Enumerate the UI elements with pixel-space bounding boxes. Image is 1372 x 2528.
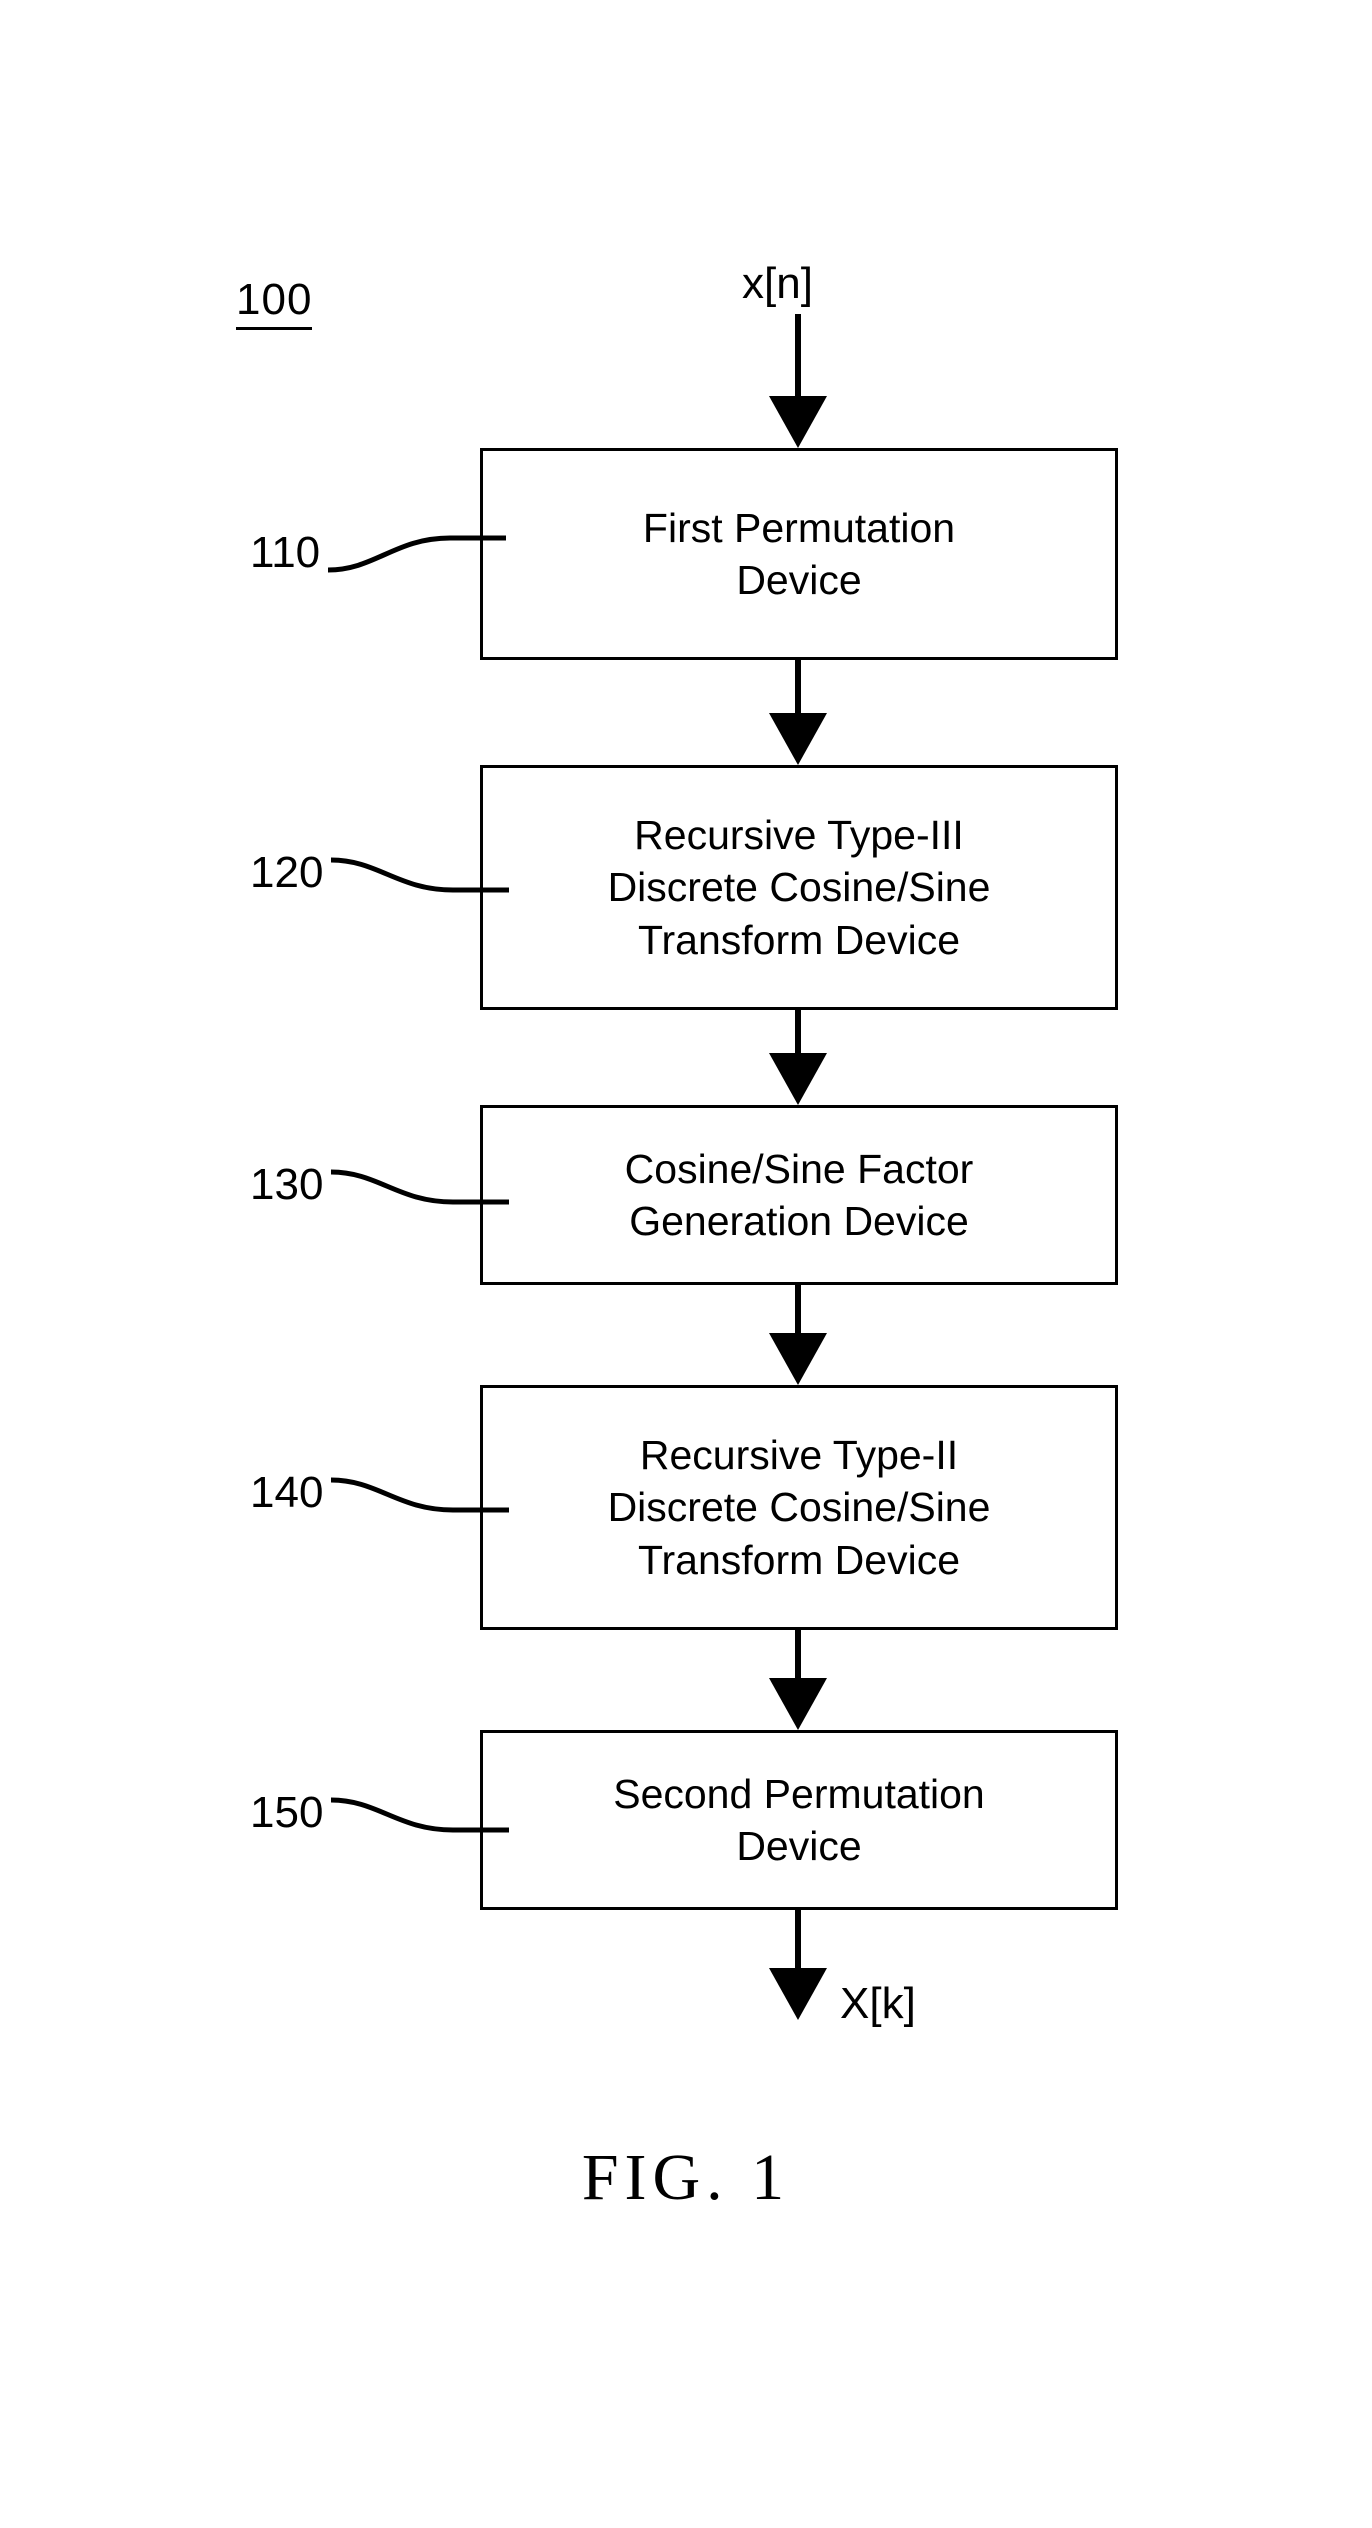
connector-arrow-120-130-icon xyxy=(769,1010,827,1105)
connector-arrow-140-150-icon xyxy=(769,1630,827,1730)
block-140-line-1: Recursive Type-II xyxy=(639,1431,959,1478)
reference-callout-110: 110 xyxy=(250,508,510,598)
input-arrow-icon xyxy=(769,314,827,448)
reference-callout-150: 150 xyxy=(250,1768,513,1858)
block-recursive-type-iii-dct-dst-device: Recursive Type-III Discrete Cosine/Sine … xyxy=(480,765,1118,1010)
block-110-line-2: Device xyxy=(736,557,862,603)
arrow-head xyxy=(769,713,827,765)
reference-callout-120: 120 xyxy=(250,828,513,918)
reference-callout-130: 130 xyxy=(250,1140,513,1230)
block-first-permutation-device: First Permutation Device xyxy=(480,448,1118,660)
output-arrow-icon xyxy=(769,1910,827,2020)
arrow-stem xyxy=(795,1010,801,1053)
block-140-line-2: Discrete Cosine/Sine xyxy=(607,1484,991,1531)
block-150-line-1: Second Permutation xyxy=(613,1770,985,1817)
block-120-line-3: Transform Device xyxy=(638,916,960,963)
leader-line-130 xyxy=(331,1169,510,1205)
leader-line-110 xyxy=(328,535,507,573)
patent-figure-page: 100 x[n] First Permutation Device 110 Re… xyxy=(0,0,1372,2528)
block-120-line-2: Discrete Cosine/Sine xyxy=(607,864,991,911)
block-130-line-1: Cosine/Sine Factor xyxy=(624,1145,974,1192)
arrow-stem xyxy=(795,314,801,396)
block-140-line-3: Transform Device xyxy=(638,1536,960,1583)
reference-callout-140: 140 xyxy=(250,1448,513,1538)
block-cosine-sine-factor-generation-device: Cosine/Sine Factor Generation Device xyxy=(480,1105,1118,1285)
arrow-stem xyxy=(795,660,801,713)
output-signal-label: X[k] xyxy=(840,1979,916,2028)
block-120-line-1: Recursive Type-III xyxy=(634,811,964,858)
leader-line-150 xyxy=(331,1797,510,1833)
block-150-line-2: Device xyxy=(736,1823,862,1869)
arrow-stem xyxy=(795,1630,801,1678)
arrow-head xyxy=(769,1053,827,1105)
input-signal-label: x[n] xyxy=(742,259,813,308)
reference-number-130: 130 xyxy=(250,1160,324,1209)
connector-arrow-110-120-icon xyxy=(769,660,827,765)
arrow-head xyxy=(769,396,827,448)
block-recursive-type-ii-dct-dst-device: Recursive Type-II Discrete Cosine/Sine T… xyxy=(480,1385,1118,1630)
block-second-permutation-device: Second Permutation Device xyxy=(480,1730,1118,1910)
arrow-stem xyxy=(795,1285,801,1333)
reference-number-110: 110 xyxy=(250,528,321,577)
leader-line-140 xyxy=(331,1477,510,1513)
arrow-head xyxy=(769,1333,827,1385)
reference-number-150: 150 xyxy=(250,1788,324,1837)
leader-line-120 xyxy=(331,857,510,893)
reference-number-120: 120 xyxy=(250,848,324,897)
figure-number-100: 100 xyxy=(236,278,313,330)
figure-caption: FIG. 1 xyxy=(581,2141,791,2214)
block-110-line-1: First Permutation xyxy=(642,504,956,551)
block-130-line-2: Generation Device xyxy=(629,1198,969,1244)
arrow-head xyxy=(769,1678,827,1730)
arrow-stem xyxy=(795,1910,801,1968)
connector-arrow-130-140-icon xyxy=(769,1285,827,1385)
reference-number-140: 140 xyxy=(250,1468,324,1517)
arrow-head xyxy=(769,1968,827,2020)
